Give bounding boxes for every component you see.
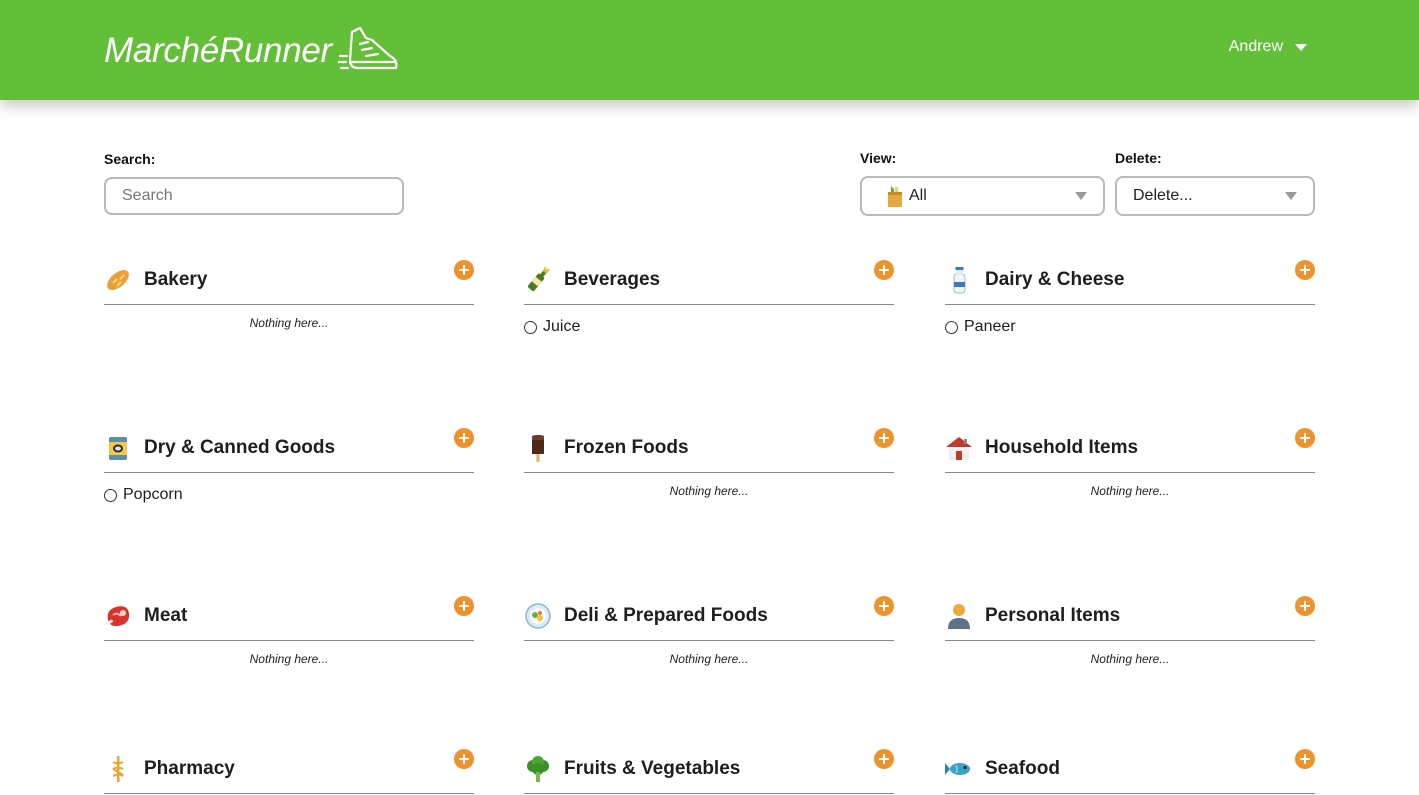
app-header: MarchéRunner Andrew bbox=[0, 0, 1419, 100]
category-frozen-foods: Frozen Foods Nothing here... bbox=[524, 424, 894, 498]
person-icon bbox=[945, 601, 975, 631]
add-item-button[interactable] bbox=[874, 596, 894, 616]
view-selected: All bbox=[909, 187, 927, 204]
user-menu[interactable]: Andrew bbox=[1229, 38, 1307, 56]
brand-name: MarchéRunner bbox=[104, 31, 332, 70]
item-label: Popcorn bbox=[123, 486, 183, 503]
add-item-button[interactable] bbox=[454, 260, 474, 280]
category-seafood: Seafood bbox=[945, 745, 1315, 794]
category-household-items: Household Items Nothing here... bbox=[945, 424, 1315, 498]
delete-label: Delete: bbox=[1115, 150, 1162, 166]
bottle-icon bbox=[524, 265, 554, 295]
category-beverages: Beverages Juice bbox=[524, 256, 894, 336]
empty-message: Nothing here... bbox=[669, 484, 749, 498]
broccoli-icon bbox=[524, 754, 554, 784]
fish-icon bbox=[945, 754, 975, 784]
category-title: Fruits & Vegetables bbox=[564, 758, 741, 779]
add-item-button[interactable] bbox=[454, 749, 474, 769]
empty-message: Nothing here... bbox=[249, 316, 329, 330]
add-item-button[interactable] bbox=[874, 749, 894, 769]
user-name: Andrew bbox=[1228, 38, 1283, 55]
add-item-button[interactable] bbox=[874, 428, 894, 448]
category-title: Household Items bbox=[985, 437, 1139, 458]
add-item-button[interactable] bbox=[1295, 596, 1315, 616]
category-title: Personal Items bbox=[985, 605, 1121, 626]
list-item[interactable]: Juice bbox=[524, 318, 894, 336]
category-meat: Meat Nothing here... bbox=[104, 592, 474, 666]
add-item-button[interactable] bbox=[1295, 749, 1315, 769]
category-dairy-cheese: Dairy & Cheese Paneer bbox=[945, 256, 1315, 336]
add-item-button[interactable] bbox=[874, 260, 894, 280]
delete-select[interactable]: Delete... bbox=[1115, 176, 1315, 216]
milk-icon bbox=[945, 265, 975, 295]
house-icon bbox=[945, 433, 975, 463]
item-label: Juice bbox=[543, 318, 581, 335]
item-radio[interactable] bbox=[524, 320, 537, 334]
grocery-bag-icon bbox=[888, 186, 902, 207]
view-select[interactable]: All bbox=[860, 176, 1105, 216]
category-bakery: Bakery Nothing here... bbox=[104, 256, 474, 330]
caduceus-icon bbox=[104, 754, 134, 784]
dropdown-arrow-icon bbox=[1285, 192, 1297, 200]
chevron-down-icon bbox=[1295, 43, 1307, 51]
category-title: Frozen Foods bbox=[564, 437, 689, 458]
search-input[interactable] bbox=[104, 177, 404, 215]
category-dry-canned-goods: Dry & Canned Goods Popcorn bbox=[104, 424, 474, 504]
category-title: Deli & Prepared Foods bbox=[564, 605, 768, 626]
category-title: Pharmacy bbox=[144, 758, 235, 779]
empty-message: Nothing here... bbox=[249, 652, 329, 666]
empty-message: Nothing here... bbox=[1090, 484, 1170, 498]
category-deli-prepared-foods: Deli & Prepared Foods Nothing here... bbox=[524, 592, 894, 666]
can-icon bbox=[104, 433, 134, 463]
brand-logo[interactable]: MarchéRunner bbox=[104, 26, 400, 74]
add-item-button[interactable] bbox=[454, 596, 474, 616]
search-label: Search: bbox=[104, 151, 156, 167]
category-title: Beverages bbox=[564, 269, 661, 290]
item-radio[interactable] bbox=[945, 320, 958, 334]
running-shoe-icon bbox=[337, 26, 398, 70]
bread-icon bbox=[104, 265, 134, 295]
delete-selected: Delete... bbox=[1133, 187, 1193, 204]
empty-message: Nothing here... bbox=[1090, 652, 1170, 666]
category-title: Meat bbox=[144, 605, 188, 626]
list-item[interactable]: Paneer bbox=[945, 318, 1315, 336]
category-title: Seafood bbox=[985, 758, 1060, 779]
category-pharmacy: Pharmacy bbox=[104, 745, 474, 794]
view-label: View: bbox=[860, 150, 897, 166]
category-fruits-vegetables: Fruits & Vegetables bbox=[524, 745, 894, 794]
add-item-button[interactable] bbox=[454, 428, 474, 448]
list-item[interactable]: Popcorn bbox=[104, 486, 474, 504]
category-title: Dairy & Cheese bbox=[985, 269, 1125, 290]
dropdown-arrow-icon bbox=[1075, 192, 1087, 200]
item-label: Paneer bbox=[964, 318, 1016, 335]
add-item-button[interactable] bbox=[1295, 260, 1315, 280]
item-radio[interactable] bbox=[104, 488, 117, 502]
plate-icon bbox=[524, 601, 554, 631]
steak-icon bbox=[104, 601, 134, 631]
category-title: Bakery bbox=[144, 269, 208, 290]
empty-message: Nothing here... bbox=[669, 652, 749, 666]
category-personal-items: Personal Items Nothing here... bbox=[945, 592, 1315, 666]
ice-pop-icon bbox=[524, 433, 554, 463]
add-item-button[interactable] bbox=[1295, 428, 1315, 448]
category-title: Dry & Canned Goods bbox=[144, 437, 336, 458]
